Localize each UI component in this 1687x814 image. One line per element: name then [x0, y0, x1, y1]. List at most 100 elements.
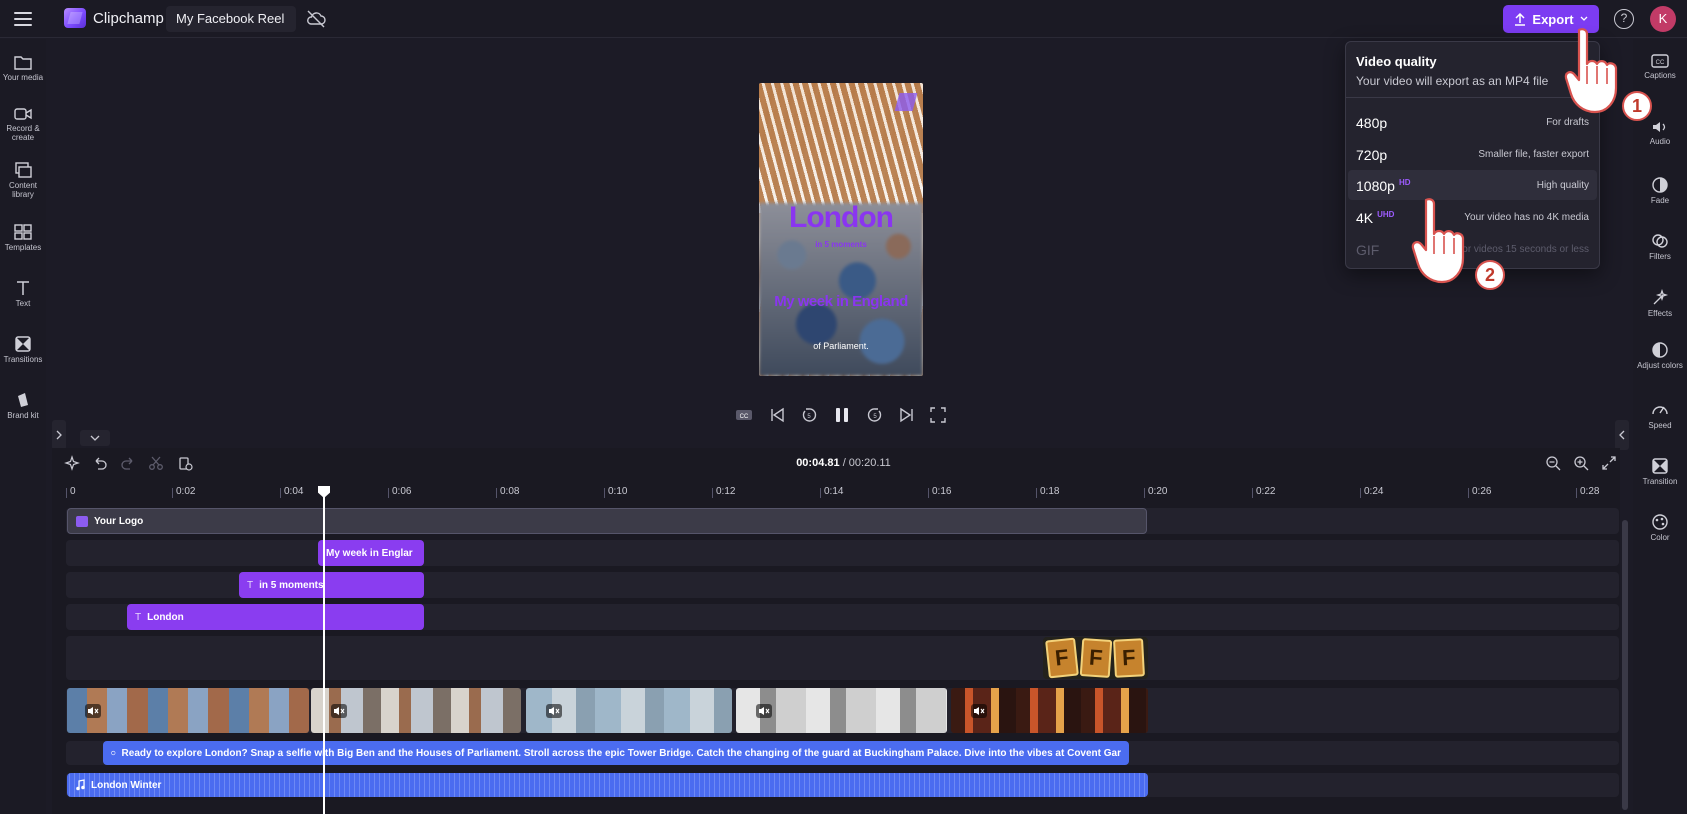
- sidebar-item-label: Record & create: [6, 124, 40, 142]
- hd-badge: HD: [1398, 178, 1411, 187]
- sidebar-item-label: Speed: [1648, 421, 1672, 430]
- total-time: / 00:20.11: [842, 457, 891, 469]
- chevron-down-icon: [90, 435, 100, 441]
- transitions-icon: [15, 336, 31, 352]
- sidebar-item-color[interactable]: Color: [1633, 513, 1687, 542]
- color-icon: [1652, 514, 1668, 530]
- sidebar-item-label: Fade: [1650, 196, 1670, 205]
- app-name: Clipchamp: [93, 10, 164, 27]
- fullscreen-icon[interactable]: [929, 406, 947, 424]
- sticker-frame: F: [1113, 638, 1145, 678]
- sidebar-item-templates[interactable]: Templates: [0, 223, 46, 252]
- quality-option-1080p[interactable]: 1080p HD High quality: [1348, 170, 1597, 200]
- timeline-ruler[interactable]: 0 0:02 0:04 0:06 0:08 0:10 0:12 0:14 0:1…: [52, 480, 1620, 502]
- sidebar-item-label: Color: [1650, 533, 1670, 542]
- sidebar-item-label: Effects: [1647, 309, 1673, 318]
- muted-audio-icon: [971, 704, 987, 718]
- sidebar-item-label: Captions: [1644, 71, 1676, 80]
- text-clip-london[interactable]: T London: [127, 604, 424, 630]
- text-clip-week[interactable]: My week in Englar: [318, 540, 424, 566]
- divider: [1346, 97, 1599, 98]
- timeline-scrollbar[interactable]: [1622, 520, 1628, 810]
- quality-option-res: 480p: [1356, 115, 1388, 131]
- audio-clip[interactable]: London Winter: [67, 773, 1148, 797]
- preview-caption: of Parliament.: [813, 341, 869, 351]
- sidebar-item-your-media[interactable]: Your media: [0, 53, 46, 82]
- sidebar-item-label: Content library: [8, 181, 38, 199]
- effects-icon: [1653, 289, 1669, 305]
- chevron-down-icon: [1580, 16, 1588, 21]
- video-preview[interactable]: London in 5 moments My week in England o…: [759, 83, 923, 376]
- sidebar-item-effects[interactable]: Effects: [1633, 289, 1687, 318]
- left-panel-expand-button[interactable]: [52, 420, 66, 450]
- avatar[interactable]: K: [1650, 6, 1676, 32]
- sidebar-item-transitions[interactable]: Transitions: [0, 335, 46, 364]
- skip-back-icon[interactable]: [768, 406, 786, 424]
- project-title-input[interactable]: My Facebook Reel: [166, 6, 296, 32]
- captions-clip[interactable]: Ready to explore London? Snap a selfie w…: [103, 741, 1129, 765]
- audio-clip-label: London Winter: [91, 779, 162, 791]
- video-clip-street[interactable]: [736, 688, 947, 733]
- cloud-off-icon[interactable]: [306, 10, 326, 28]
- svg-text:5: 5: [873, 414, 877, 420]
- quality-option-480p[interactable]: 480p For drafts: [1348, 107, 1597, 137]
- svg-text:5: 5: [807, 414, 811, 420]
- sidebar-item-adjust-colors[interactable]: Adjust colors: [1633, 341, 1687, 370]
- text-clip-label: London: [147, 611, 184, 623]
- right-panel-expand-button[interactable]: [1615, 420, 1629, 450]
- video-clip-london-eye[interactable]: [526, 688, 732, 733]
- hand-pointer-icon: [1564, 28, 1618, 114]
- quality-option-720p[interactable]: 720p Smaller file, faster export: [1348, 139, 1597, 169]
- track-text-1: [66, 540, 1619, 566]
- video-clip-night-lights[interactable]: [951, 688, 1148, 733]
- ruler-tick: 0:20: [1143, 486, 1168, 498]
- sticker-clip[interactable]: F F F: [1043, 637, 1148, 679]
- ruler-tick: 0:12: [711, 486, 736, 498]
- chevron-left-icon: [1619, 430, 1625, 440]
- uhd-badge: UHD: [1377, 210, 1395, 219]
- sidebar-item-label: Your media: [2, 73, 44, 82]
- quality-option-gif[interactable]: GIF For videos 15 seconds or less: [1348, 234, 1597, 264]
- sidebar-item-speed[interactable]: Speed: [1633, 401, 1687, 430]
- video-clip-tower-bridge[interactable]: [67, 688, 309, 733]
- captions-clip-icon: [111, 750, 116, 756]
- sidebar-item-captions[interactable]: CC Captions: [1633, 53, 1687, 80]
- sidebar-item-audio[interactable]: Audio: [1633, 119, 1687, 146]
- skip-forward-icon[interactable]: [898, 406, 916, 424]
- ruler-tick: 0:28: [1575, 486, 1600, 498]
- video-clip-station[interactable]: [311, 688, 521, 733]
- fit-timeline-icon[interactable]: [1601, 455, 1617, 471]
- menu-icon[interactable]: [12, 10, 34, 28]
- timeline-collapse-button[interactable]: [80, 430, 110, 446]
- hand-pointer-icon: [1411, 198, 1465, 284]
- captions-clip-text: Ready to explore London? Snap a selfie w…: [121, 747, 1121, 759]
- export-label: Export: [1532, 11, 1574, 27]
- fade-icon: [1652, 177, 1668, 193]
- ruler-tick: 0:24: [1359, 486, 1384, 498]
- pause-icon[interactable]: [833, 406, 851, 424]
- quality-option-desc: For drafts: [1546, 117, 1589, 128]
- ruler-tick: 0:04: [279, 486, 304, 498]
- sidebar-item-record-create[interactable]: Record & create: [0, 106, 46, 142]
- library-icon: [15, 162, 32, 178]
- forward-5-icon[interactable]: 5: [866, 406, 884, 424]
- zoom-out-icon[interactable]: [1545, 455, 1561, 471]
- ruler-tick: 0:08: [495, 486, 520, 498]
- quality-option-4k[interactable]: 4K UHD Your video has no 4K media: [1348, 202, 1597, 232]
- text-clip-moments[interactable]: T in 5 moments: [239, 572, 424, 598]
- quality-option-res: 4K UHD: [1356, 210, 1394, 226]
- playhead[interactable]: [323, 486, 325, 814]
- sidebar-item-content-library[interactable]: Content library: [0, 161, 46, 199]
- rewind-5-icon[interactable]: 5: [800, 406, 818, 424]
- ruler-tick: 0:22: [1251, 486, 1276, 498]
- sidebar-item-text[interactable]: Text: [0, 279, 46, 308]
- zoom-in-icon[interactable]: [1573, 455, 1589, 471]
- sidebar-item-label: Text: [15, 299, 31, 308]
- preview-subtitle: in 5 moments: [815, 240, 867, 249]
- sidebar-item-brand-kit[interactable]: Brand kit: [0, 391, 46, 420]
- preview-tagline: My week in England: [774, 293, 908, 310]
- captions-toggle-icon[interactable]: CC: [735, 406, 753, 424]
- sidebar-item-fade[interactable]: Fade: [1633, 176, 1687, 205]
- sidebar-item-filters[interactable]: Filters: [1633, 232, 1687, 261]
- logo-clip[interactable]: Your Logo: [67, 508, 1147, 534]
